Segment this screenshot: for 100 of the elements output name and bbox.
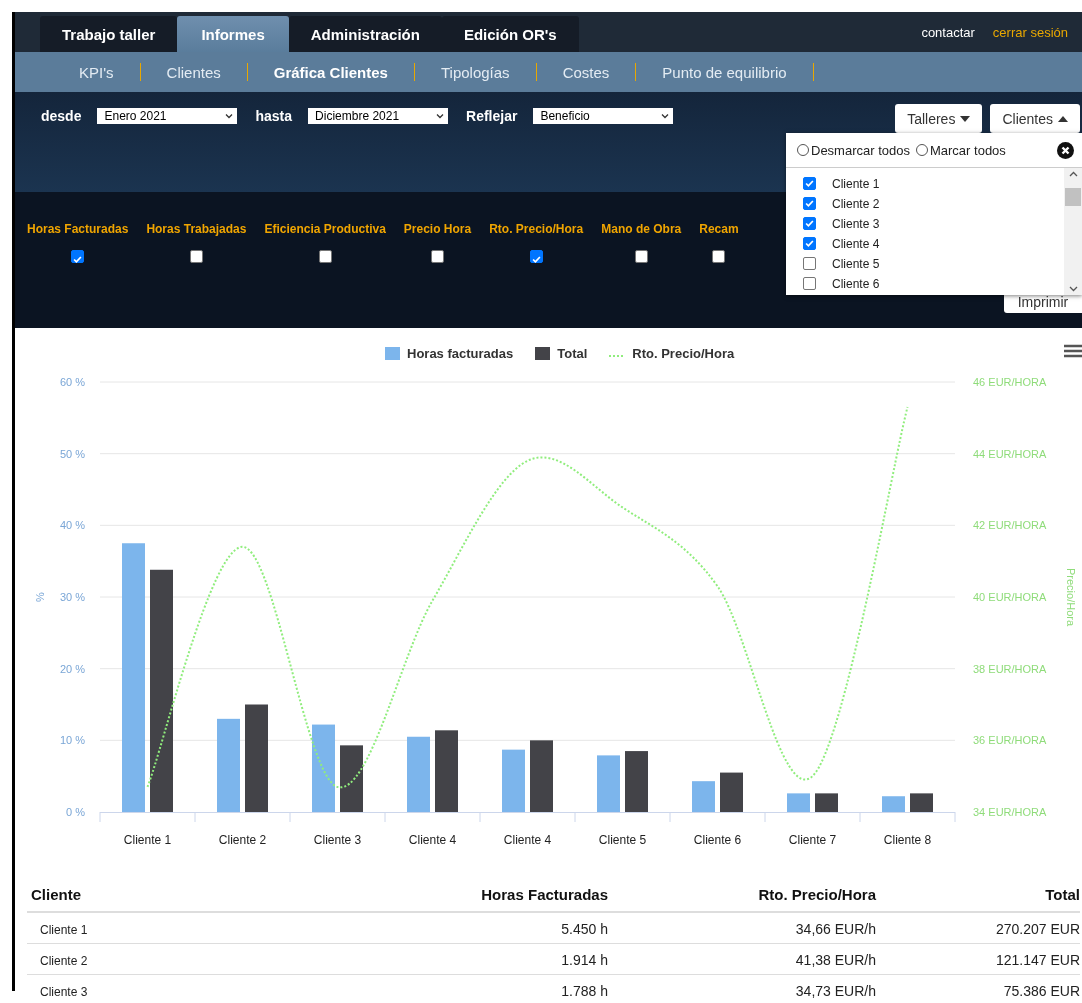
axis-tick-label: 44 EUR/HORA bbox=[973, 447, 1047, 460]
bar bbox=[530, 740, 553, 812]
axis-tick-label: 40 EUR/HORA bbox=[973, 591, 1047, 603]
client-option[interactable]: Cliente 5 bbox=[832, 256, 880, 271]
table-cell: 75.386 EUR bbox=[876, 975, 1080, 1003]
axis-tick-label: Cliente 8 bbox=[883, 833, 932, 847]
client-option[interactable]: Cliente 1 bbox=[832, 176, 880, 191]
nav-tab[interactable]: Administración bbox=[288, 16, 442, 52]
column-header: Rto. Precio/Hora bbox=[608, 872, 876, 913]
axis-tick-label: Cliente 4 bbox=[408, 833, 457, 847]
bar bbox=[720, 772, 743, 812]
axis-tick-label: Cliente 3 bbox=[313, 833, 362, 847]
axis-tick-label: Cliente 2 bbox=[218, 833, 267, 847]
axis-tick-label: Cliente 4 bbox=[503, 833, 552, 847]
legend-swatch bbox=[535, 347, 551, 360]
table-cell: Cliente 2 bbox=[27, 944, 357, 975]
bar bbox=[340, 745, 363, 812]
subnav-link[interactable]: Costes bbox=[536, 63, 636, 81]
dropdown-select[interactable]: Beneficio bbox=[533, 108, 674, 124]
dropdown-select[interactable]: Enero 2021 bbox=[97, 108, 238, 124]
column-header: Total bbox=[876, 872, 1080, 913]
chevron-down-icon bbox=[436, 113, 445, 119]
client-checkbox[interactable] bbox=[803, 257, 816, 270]
subnav-link[interactable]: Tipologías bbox=[414, 63, 536, 81]
axis-tick-label: Cliente 1 bbox=[123, 833, 172, 847]
axis-tick-label: 20 % bbox=[59, 662, 85, 675]
column-header: Horas Facturadas bbox=[357, 872, 608, 913]
table-cell: 1.788 h bbox=[357, 975, 608, 1003]
table-cell: 41,38 EUR/h bbox=[608, 944, 876, 975]
axis-tick-label: 34 EUR/HORA bbox=[973, 806, 1047, 818]
filter-label: desde bbox=[41, 107, 82, 126]
metric-label: Eficiencia Productiva bbox=[264, 222, 386, 236]
bar bbox=[787, 793, 810, 812]
chevron-down-icon bbox=[661, 113, 670, 119]
metric-checkbox[interactable] bbox=[529, 250, 543, 263]
metric-checkbox[interactable] bbox=[318, 250, 332, 263]
dropdown-button[interactable]: Clientes bbox=[990, 104, 1080, 133]
legend-item[interactable]: Rto. Precio/Hora bbox=[609, 346, 735, 361]
nav-tab[interactable]: Informes bbox=[177, 16, 289, 52]
chevron-up-icon bbox=[1068, 171, 1078, 177]
radio-label: Desmarcar todos bbox=[811, 142, 910, 158]
axis-tick-label: 10 % bbox=[59, 734, 85, 747]
axis-tick-label: 60 % bbox=[59, 376, 85, 388]
table-cell: 34,73 EUR/h bbox=[608, 975, 876, 1003]
bar bbox=[502, 749, 525, 812]
client-checkbox[interactable] bbox=[803, 217, 816, 230]
client-checkbox[interactable] bbox=[803, 197, 816, 210]
metric-checkbox[interactable] bbox=[712, 250, 726, 263]
legend-item[interactable]: Horas facturadas bbox=[385, 346, 514, 361]
metric-checkbox[interactable] bbox=[71, 250, 85, 263]
scrollbar-thumb[interactable] bbox=[1065, 187, 1081, 206]
subnav-link[interactable]: Gráfica Clientes bbox=[247, 63, 414, 81]
chevron-down-icon bbox=[225, 113, 234, 119]
table-cell: 34,66 EUR/h bbox=[608, 913, 876, 944]
subnav-link[interactable]: Punto de equilibrio bbox=[636, 63, 813, 81]
client-option[interactable]: Cliente 6 bbox=[832, 276, 880, 291]
axis-tick-label: 40 % bbox=[59, 519, 85, 532]
client-option[interactable]: Cliente 3 bbox=[832, 216, 880, 231]
bar bbox=[692, 781, 715, 812]
close-icon bbox=[1057, 141, 1074, 159]
column-header: Cliente bbox=[27, 872, 357, 913]
dropdown-button[interactable]: Talleres bbox=[895, 104, 983, 133]
metric-checkbox[interactable] bbox=[189, 250, 203, 263]
metric-checkbox[interactable] bbox=[634, 250, 648, 263]
dotted-line-icon bbox=[609, 354, 626, 358]
axis-title: Precio/Hora bbox=[1065, 567, 1077, 627]
metric-label: Precio Hora bbox=[403, 222, 472, 236]
nav-tab[interactable]: Edición OR's bbox=[441, 16, 579, 52]
subnav-link[interactable]: Clientes bbox=[140, 63, 247, 81]
table-cell: 270.207 EUR bbox=[876, 913, 1080, 944]
nav-tab[interactable]: Trabajo taller bbox=[40, 16, 178, 52]
bar bbox=[815, 793, 838, 812]
legend-swatch bbox=[385, 347, 400, 360]
bar bbox=[597, 755, 620, 812]
axis-tick-label: Cliente 7 bbox=[788, 833, 837, 847]
client-option[interactable]: Cliente 2 bbox=[832, 196, 880, 211]
client-checkbox[interactable] bbox=[803, 237, 816, 250]
axis-tick-label: 50 % bbox=[59, 447, 85, 460]
filter-label: Reflejar bbox=[466, 107, 518, 126]
scrollbar[interactable] bbox=[1064, 168, 1082, 295]
legend-item[interactable]: Total bbox=[535, 346, 588, 361]
client-checkbox[interactable] bbox=[803, 177, 816, 190]
legend-label: Total bbox=[557, 346, 588, 361]
dropdown-select[interactable]: Diciembre 2021 bbox=[308, 108, 449, 124]
header-link[interactable]: contactar bbox=[921, 24, 975, 40]
axis-tick-label: 42 EUR/HORA bbox=[973, 519, 1047, 532]
table-cell: Cliente 1 bbox=[27, 913, 357, 944]
bar bbox=[910, 793, 933, 812]
legend-label: Horas facturadas bbox=[407, 346, 514, 361]
axis-title: % bbox=[34, 592, 46, 602]
chevron-down-icon bbox=[1068, 286, 1078, 292]
client-option[interactable]: Cliente 4 bbox=[832, 236, 880, 251]
metric-label: Rto. Precio/Hora bbox=[489, 222, 584, 236]
header-link[interactable]: cerrar sesión bbox=[992, 24, 1068, 40]
menu-icon bbox=[1064, 344, 1082, 358]
metric-checkbox[interactable] bbox=[431, 250, 444, 263]
table-cell: 1.914 h bbox=[357, 944, 608, 975]
axis-tick-label: 30 % bbox=[59, 591, 85, 603]
subnav-link[interactable]: KPI's bbox=[53, 63, 140, 81]
client-checkbox[interactable] bbox=[803, 277, 816, 290]
